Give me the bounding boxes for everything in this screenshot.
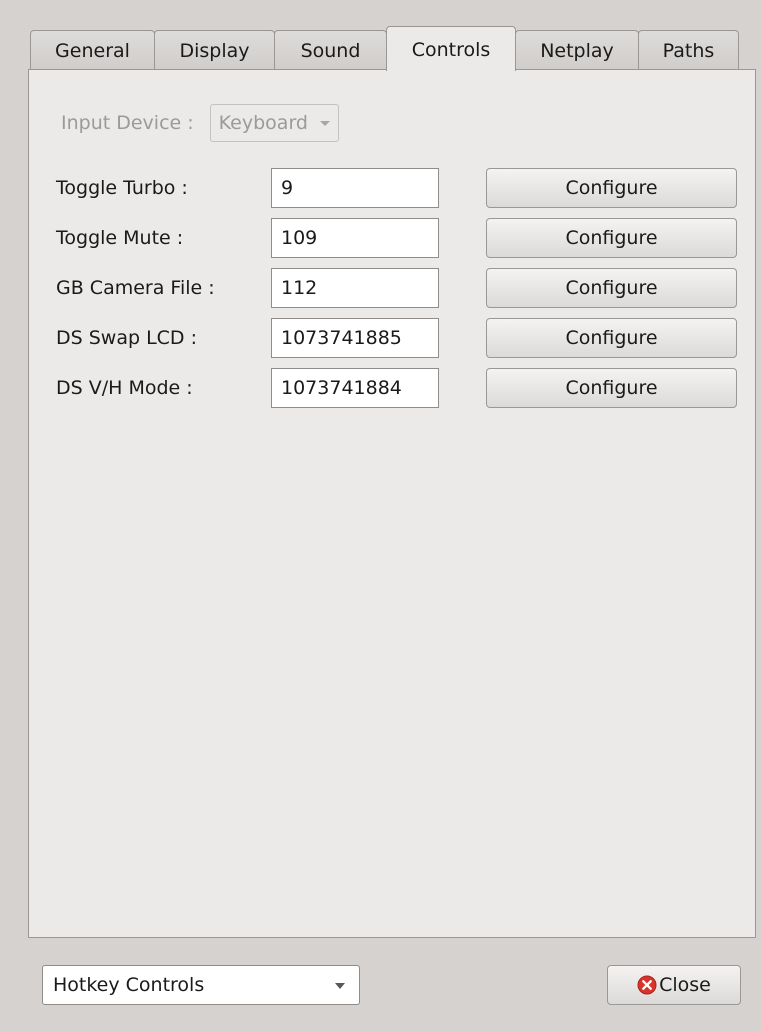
hotkey-row-ds-swap-lcd: DS Swap LCD : Configure [29,318,757,358]
tab-bar: General Display Sound Controls Netplay P… [30,26,740,71]
tab-label: Netplay [540,39,614,62]
chevron-down-icon [335,983,345,989]
input-device-row: Input Device : Keyboard [61,104,339,142]
tab-label: Controls [411,38,491,61]
close-button[interactable]: Close [607,965,741,1005]
tab-controls[interactable]: Controls [386,26,516,71]
tab-sound[interactable]: Sound [274,30,387,69]
hotkey-field-gb-camera-file[interactable] [271,268,439,308]
tab-general[interactable]: General [30,30,155,69]
configure-button-ds-swap-lcd[interactable]: Configure [486,318,737,358]
configure-button-label: Configure [565,227,658,249]
hotkey-field-ds-swap-lcd[interactable] [271,318,439,358]
close-icon [637,975,657,995]
configure-button-gb-camera-file[interactable]: Configure [486,268,737,308]
hotkey-field-toggle-mute[interactable] [271,218,439,258]
tab-paths[interactable]: Paths [638,30,739,69]
controls-mode-value: Hotkey Controls [53,974,205,996]
tab-display[interactable]: Display [154,30,275,69]
hotkey-row-gb-camera-file: GB Camera File : Configure [29,268,757,308]
configure-button-label: Configure [565,327,658,349]
hotkey-label: DS V/H Mode : [56,377,193,399]
hotkey-row-ds-vh-mode: DS V/H Mode : Configure [29,368,757,408]
controls-mode-select[interactable]: Hotkey Controls [42,965,360,1005]
hotkey-label: Toggle Mute : [56,227,184,249]
tab-label: General [55,39,130,62]
hotkey-row-toggle-turbo: Toggle Turbo : Configure [29,168,757,208]
input-device-label: Input Device : [61,112,194,134]
configure-button-label: Configure [565,177,658,199]
configure-button-label: Configure [565,377,658,399]
hotkey-label: DS Swap LCD : [56,327,197,349]
input-device-select[interactable]: Keyboard [209,104,339,142]
tab-label: Paths [662,39,715,62]
configure-button-toggle-mute[interactable]: Configure [486,218,737,258]
controls-panel: Input Device : Keyboard Toggle Turbo : C… [28,69,756,938]
configure-button-ds-vh-mode[interactable]: Configure [486,368,737,408]
tab-netplay[interactable]: Netplay [515,30,639,69]
configure-button-toggle-turbo[interactable]: Configure [486,168,737,208]
configure-button-label: Configure [565,277,658,299]
close-button-label: Close [659,974,711,996]
hotkey-label: GB Camera File : [56,277,215,299]
chevron-down-icon [320,120,330,126]
input-device-value: Keyboard [218,112,308,134]
tab-label: Sound [300,39,361,62]
hotkey-label: Toggle Turbo : [56,177,188,199]
tab-label: Display [179,39,250,62]
hotkey-field-ds-vh-mode[interactable] [271,368,439,408]
hotkey-row-toggle-mute: Toggle Mute : Configure [29,218,757,258]
hotkey-field-toggle-turbo[interactable] [271,168,439,208]
